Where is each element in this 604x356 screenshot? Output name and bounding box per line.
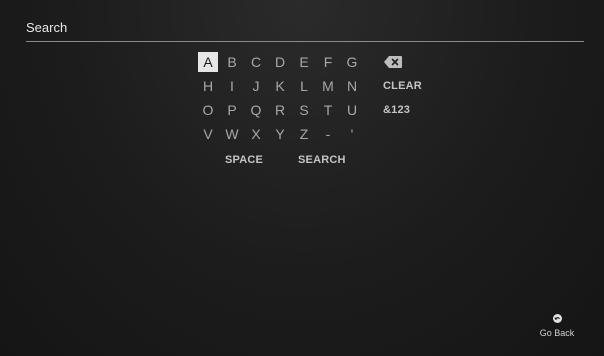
key-letter[interactable]: Z — [294, 124, 314, 144]
backspace-button[interactable] — [383, 52, 403, 72]
key-letter[interactable]: T — [318, 100, 338, 120]
key-letter[interactable]: S — [294, 100, 314, 120]
search-field[interactable]: Search — [26, 20, 584, 42]
key-letter[interactable]: P — [222, 100, 242, 120]
key-letter[interactable]: X — [246, 124, 266, 144]
key-letter[interactable]: H — [198, 76, 218, 96]
go-back-button[interactable]: Go Back — [534, 312, 580, 342]
key-letter[interactable]: R — [270, 100, 290, 120]
key-letter[interactable]: W — [222, 124, 242, 144]
key-letter[interactable]: N — [342, 76, 362, 96]
go-back-label: Go Back — [539, 328, 575, 338]
key-letter[interactable]: Y — [270, 124, 290, 144]
key-letter[interactable]: L — [294, 76, 314, 96]
search-button[interactable]: SEARCH — [298, 150, 346, 170]
key-letter[interactable]: U — [342, 100, 362, 120]
key-hyphen[interactable]: - — [318, 124, 338, 144]
on-screen-keyboard: A B C D E F G H I J K L M N CLEAR O P Q … — [198, 52, 428, 182]
key-letter[interactable]: K — [270, 76, 290, 96]
key-letter[interactable]: I — [222, 76, 242, 96]
key-letter[interactable]: E — [294, 52, 314, 72]
backspace-icon — [384, 56, 402, 68]
key-letter[interactable]: G — [342, 52, 362, 72]
space-button[interactable]: SPACE — [225, 150, 263, 170]
clear-button[interactable]: CLEAR — [383, 76, 422, 96]
key-letter[interactable]: M — [318, 76, 338, 96]
key-letter[interactable]: F — [318, 52, 338, 72]
key-letter[interactable]: V — [198, 124, 218, 144]
key-letter[interactable]: B — [222, 52, 242, 72]
key-letter[interactable]: A — [198, 52, 218, 72]
key-letter[interactable]: Q — [246, 100, 266, 120]
key-letter[interactable]: C — [246, 52, 266, 72]
symbols-button[interactable]: &123 — [383, 100, 410, 120]
search-label: Search — [26, 20, 68, 35]
key-letter[interactable]: J — [246, 76, 266, 96]
key-apostrophe[interactable]: ' — [342, 124, 362, 144]
back-button-icon — [552, 314, 562, 323]
key-letter[interactable]: O — [198, 100, 218, 120]
key-letter[interactable]: D — [270, 52, 290, 72]
